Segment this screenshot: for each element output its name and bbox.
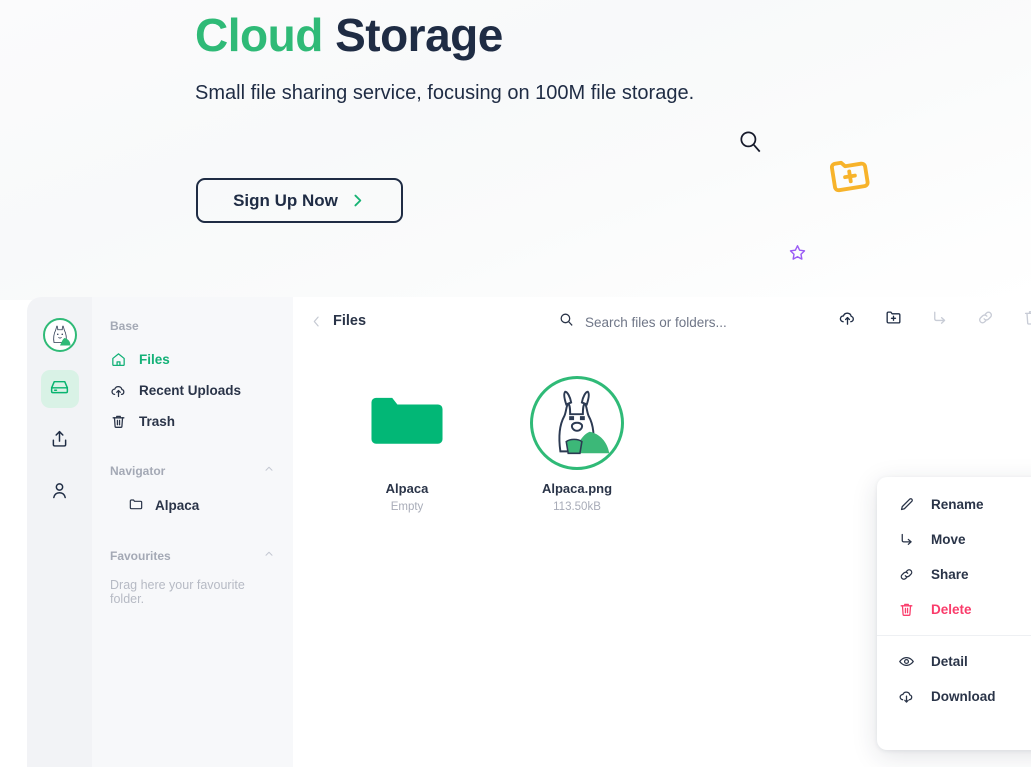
context-menu-item-delete[interactable]: Delete (877, 592, 1031, 627)
move-button[interactable] (930, 308, 949, 327)
file-tile-folder[interactable]: Alpaca Empty (340, 373, 474, 513)
icon-rail (27, 297, 92, 767)
trash-icon (898, 601, 915, 618)
sidebar-heading-favourites-label: Favourites (110, 548, 171, 563)
sidebar: Base Files Recent Uploads Trash Navigato… (92, 297, 293, 767)
new-folder-button[interactable] (884, 308, 903, 327)
delete-button[interactable] (1022, 308, 1031, 327)
context-menu-item-rename[interactable]: Rename (877, 487, 1031, 522)
eye-icon (898, 653, 915, 670)
context-menu-item-download[interactable]: Download (877, 679, 1031, 714)
folder-plus-icon (824, 149, 875, 204)
sidebar-heading-favourites[interactable]: Favourites (92, 548, 293, 563)
context-menu-item-label: Rename (931, 497, 984, 512)
sidebar-item-recent-uploads[interactable]: Recent Uploads (92, 375, 293, 406)
star-icon (788, 243, 807, 267)
upload-icon (49, 428, 70, 454)
rail-item-upload[interactable] (41, 422, 79, 460)
sidebar-divider-2 (92, 522, 293, 548)
sidebar-heading-base-label: Base (110, 319, 139, 333)
context-menu-item-label: Download (931, 689, 996, 704)
sidebar-heading-base: Base (92, 319, 293, 333)
favourites-empty-message: Drag here your favourite folder. (110, 578, 245, 606)
sign-up-label: Sign Up Now (233, 190, 338, 210)
context-menu-item-label: Delete (931, 602, 972, 617)
link-icon (898, 566, 915, 583)
context-menu: Rename Move Share Delete Detail Download (877, 477, 1031, 750)
file-name: Alpaca.png (541, 481, 613, 496)
upload-cloud-button[interactable] (838, 308, 857, 327)
hero-section: Cloud Storage Small file sharing service… (0, 0, 1031, 300)
folder-thumbnail (370, 373, 444, 473)
page-title-accent: Cloud (195, 9, 323, 61)
alpaca-image (530, 376, 624, 470)
search-icon (558, 311, 575, 333)
page-title-main: Storage (335, 9, 503, 61)
chevron-right-icon (349, 192, 366, 209)
rail-item-account[interactable] (41, 474, 79, 512)
alpaca-logo (42, 318, 77, 352)
file-meta: 113.50kB (553, 501, 601, 513)
move-arrow-icon (898, 531, 915, 548)
folder-icon (128, 496, 144, 515)
main-content: Files Search files or folders... Alpaca … (293, 297, 1031, 767)
context-menu-item-label: Detail (931, 654, 968, 669)
rail-item-drive[interactable] (40, 370, 79, 408)
context-menu-divider (877, 635, 1031, 636)
context-menu-item-move[interactable]: Move (877, 522, 1031, 557)
sidebar-item-recent-uploads-label: Recent Uploads (139, 383, 242, 398)
home-icon (110, 351, 127, 368)
file-tile-image[interactable]: Alpaca.png 113.50kB (510, 373, 644, 513)
context-menu-item-detail[interactable]: Detail (877, 644, 1031, 679)
pencil-icon (898, 496, 915, 513)
user-icon (49, 480, 70, 506)
file-name: Alpaca (385, 481, 429, 496)
context-menu-item-label: Share (931, 567, 969, 582)
image-thumbnail (530, 373, 624, 473)
toolbar: Files Search files or folders... (293, 297, 1031, 345)
page-title: Cloud Storage (195, 8, 503, 62)
chevron-left-icon[interactable] (309, 314, 324, 329)
toolbar-actions (838, 308, 1031, 327)
share-link-button[interactable] (976, 308, 995, 327)
chevron-up-icon[interactable] (263, 548, 275, 563)
file-manager-app: Base Files Recent Uploads Trash Navigato… (27, 297, 1031, 767)
sidebar-heading-navigator-label: Navigator (110, 463, 166, 478)
breadcrumb[interactable]: Files (333, 313, 366, 329)
sidebar-navigator-item-alpaca[interactable]: Alpaca (92, 489, 293, 522)
sidebar-item-trash[interactable]: Trash (92, 406, 293, 437)
cloud-download-icon (898, 688, 915, 705)
drive-icon (49, 376, 70, 402)
sidebar-item-trash-label: Trash (139, 414, 176, 429)
context-menu-item-share[interactable]: Share (877, 557, 1031, 592)
cloud-upload-icon (110, 382, 127, 399)
search-placeholder: Search files or folders... (585, 314, 727, 330)
sidebar-heading-navigator[interactable]: Navigator (92, 463, 293, 478)
sidebar-navigator-item-label: Alpaca (155, 498, 200, 513)
search-icon[interactable] (737, 128, 763, 154)
trash-icon (110, 413, 127, 430)
sidebar-item-files-label: Files (139, 352, 170, 367)
chevron-up-icon[interactable] (263, 463, 275, 478)
sign-up-button[interactable]: Sign Up Now (196, 178, 403, 223)
sidebar-item-files[interactable]: Files (92, 344, 293, 375)
search-input[interactable]: Search files or folders... (558, 311, 727, 333)
sidebar-divider (92, 437, 293, 463)
page-subtitle: Small file sharing service, focusing on … (195, 82, 695, 104)
context-menu-item-label: Move (931, 532, 966, 547)
file-meta: Empty (390, 501, 424, 513)
